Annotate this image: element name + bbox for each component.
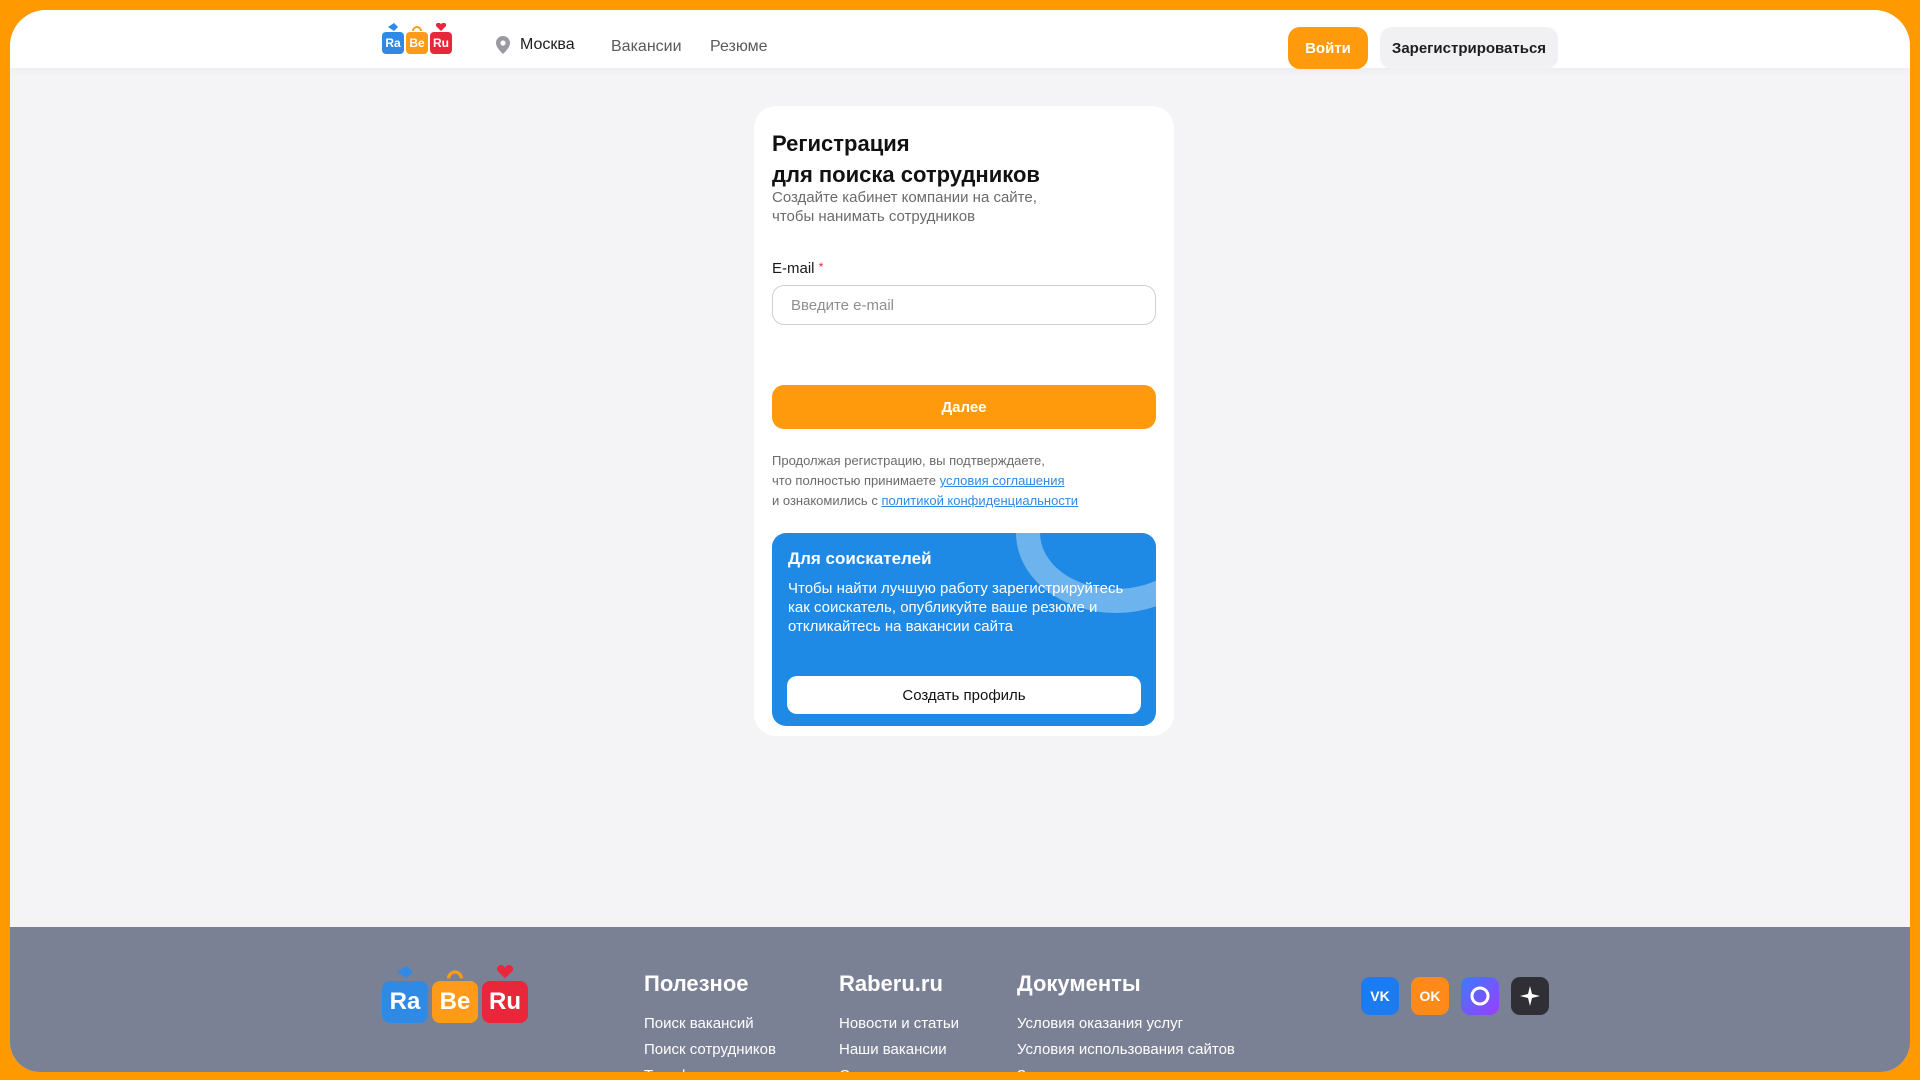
heart-icon bbox=[436, 23, 446, 31]
footer-link[interactable]: Условия оказания услуг bbox=[1017, 1011, 1235, 1037]
legal-line-1: Продолжая регистрацию, вы подтверждаете, bbox=[772, 453, 1045, 468]
odnoklassniki-icon[interactable]: OK bbox=[1411, 977, 1449, 1015]
city-label: Москва bbox=[520, 36, 575, 53]
footer-col-useful: Полезное Поиск вакансий Поиск сотруднико… bbox=[644, 971, 776, 1072]
page-title: Регистрация для поиска сотрудников bbox=[772, 128, 1040, 190]
footer-link[interactable]: Поиск сотрудников bbox=[644, 1037, 776, 1063]
arc-icon bbox=[412, 26, 422, 31]
login-button[interactable]: Войти bbox=[1288, 27, 1368, 69]
heart-icon bbox=[497, 965, 513, 979]
footer-logo-be: Be bbox=[432, 970, 478, 1023]
seekers-text: Чтобы найти лучшую работу зарегистрируйт… bbox=[788, 580, 1124, 635]
next-button[interactable]: Далее bbox=[772, 385, 1156, 429]
logo-ra: Ra bbox=[382, 23, 404, 54]
vk-icon-label: VK bbox=[1370, 988, 1390, 1004]
title-line-1: Регистрация bbox=[772, 131, 910, 156]
footer-link[interactable]: Наши вакансии bbox=[839, 1037, 959, 1063]
job-seekers-panel: Для соискателей Чтобы найти лучшую работ… bbox=[772, 533, 1156, 726]
title-line-2: для поиска сотрудников bbox=[772, 162, 1040, 187]
browser-frame: Ra Be Ru Москва Вакансии Резюме Войти За… bbox=[10, 10, 1910, 1072]
logo-text-ru: Ru bbox=[433, 36, 449, 50]
page-subtitle: Создайте кабинет компании на сайте, чтоб… bbox=[772, 188, 1072, 226]
registration-card: Регистрация для поиска сотрудников Созда… bbox=[754, 106, 1174, 736]
footer-logo[interactable]: Ra Be Ru bbox=[382, 965, 528, 1023]
chat-bubble-icon bbox=[1470, 986, 1490, 1006]
logo-be: Be bbox=[406, 26, 428, 54]
footer-logo-text-ru: Ru bbox=[489, 988, 521, 1015]
site-header: Ra Be Ru Москва Вакансии Резюме Войти За… bbox=[10, 10, 1910, 69]
register-button[interactable]: Зарегистрироваться bbox=[1380, 27, 1558, 69]
max-messenger-icon[interactable] bbox=[1461, 977, 1499, 1015]
logo-text-ra: Ra bbox=[385, 36, 401, 50]
footer-link[interactable]: Новости и статьи bbox=[839, 1011, 959, 1037]
logo-text-be: Be bbox=[409, 36, 425, 50]
legal-line-2: что полностью принимаете условия соглаше… bbox=[772, 471, 1156, 491]
fish-icon bbox=[397, 965, 413, 979]
seekers-title: Для соискателей bbox=[788, 549, 932, 568]
footer-link[interactable]: О компании bbox=[839, 1063, 959, 1072]
email-label: E-mail * bbox=[772, 260, 823, 277]
site-footer: Ra Be Ru Полезное Поиск вакансий Поиск с… bbox=[10, 927, 1910, 1072]
footer-col-documents: Документы Условия оказания услуг Условия… bbox=[1017, 971, 1235, 1072]
footer-link[interactable]: Защита персональных данных bbox=[1017, 1063, 1235, 1072]
fish-icon bbox=[388, 23, 398, 31]
nav-vacancies[interactable]: Вакансии bbox=[611, 38, 682, 56]
social-links: VK OK bbox=[1361, 977, 1549, 1015]
arc-icon bbox=[447, 970, 463, 979]
footer-col-title: Полезное bbox=[644, 971, 749, 996]
footer-link[interactable]: Условия использования сайтов bbox=[1017, 1037, 1235, 1063]
create-profile-button[interactable]: Создать профиль bbox=[787, 676, 1141, 714]
subtitle-line-2: чтобы нанимать сотрудников bbox=[772, 208, 976, 225]
logo-ru: Ru bbox=[430, 23, 452, 54]
footer-link[interactable]: Поиск вакансий bbox=[644, 1011, 776, 1037]
raberu-logo[interactable]: Ra Be Ru bbox=[382, 20, 452, 54]
ai-star-icon[interactable] bbox=[1511, 977, 1549, 1015]
vk-icon[interactable]: VK bbox=[1361, 977, 1399, 1015]
footer-col-title: Документы bbox=[1017, 971, 1141, 996]
privacy-link[interactable]: политикой конфиденциальности bbox=[881, 493, 1078, 508]
sparkle-icon bbox=[1520, 986, 1540, 1006]
nav-resumes[interactable]: Резюме bbox=[710, 38, 768, 56]
city-selector[interactable]: Москва bbox=[496, 36, 575, 54]
footer-link[interactable]: Тарифы и оплата bbox=[644, 1063, 776, 1072]
footer-col-title: Raberu.ru bbox=[839, 971, 943, 996]
footer-logo-ru: Ru bbox=[482, 965, 528, 1023]
legal-line-3: и ознакомились с политикой конфиденциаль… bbox=[772, 491, 1156, 511]
legal-line-3-text: и ознакомились с bbox=[772, 493, 878, 508]
terms-link[interactable]: условия соглашения bbox=[940, 473, 1065, 488]
required-mark: * bbox=[818, 260, 824, 274]
legal-line-2-text: что полностью принимаете bbox=[772, 473, 936, 488]
ok-icon-label: OK bbox=[1419, 988, 1441, 1004]
footer-logo-text-ra: Ra bbox=[389, 988, 421, 1015]
footer-logo-ra: Ra bbox=[382, 965, 428, 1023]
footer-logo-text-be: Be bbox=[439, 988, 471, 1015]
email-label-text: E-mail bbox=[772, 260, 815, 277]
email-input[interactable] bbox=[772, 285, 1156, 325]
location-pin-icon bbox=[496, 36, 510, 54]
subtitle-line-1: Создайте кабинет компании на сайте, bbox=[772, 189, 1037, 206]
footer-col-raberu: Raberu.ru Новости и статьи Наши вакансии… bbox=[839, 971, 959, 1072]
legal-notice: Продолжая регистрацию, вы подтверждаете,… bbox=[772, 451, 1156, 511]
